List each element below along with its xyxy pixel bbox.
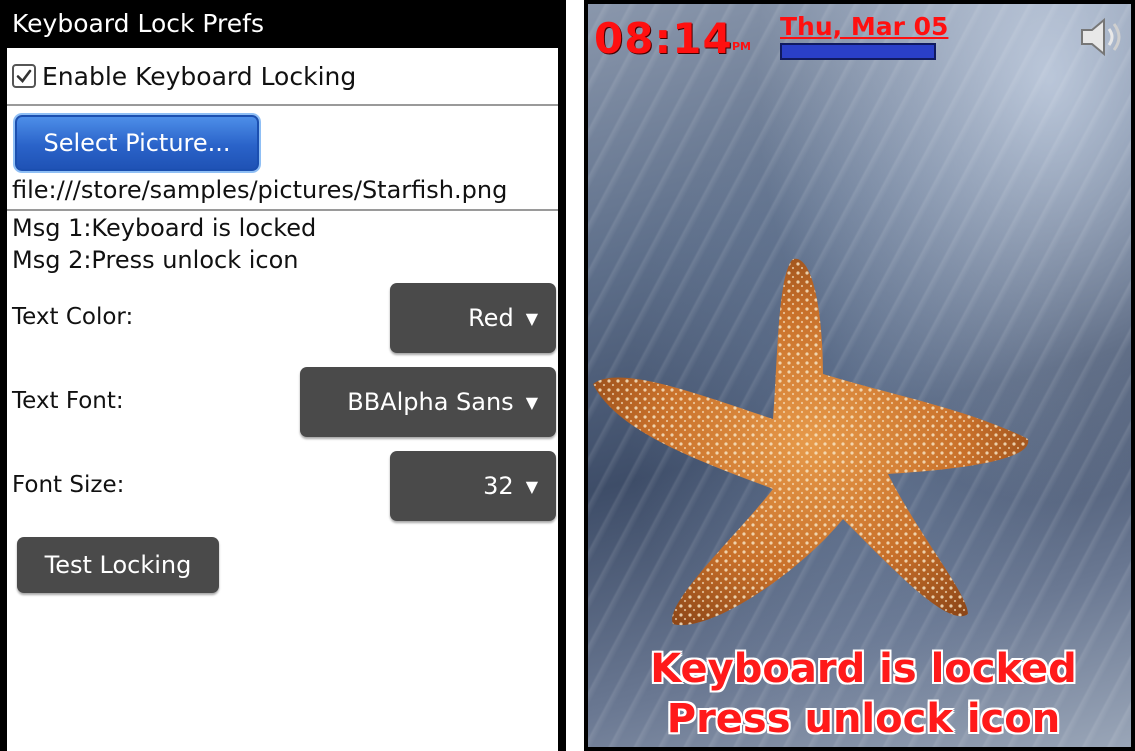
picture-path: file:///store/samples/pictures/Starfish.… [12,176,508,204]
lock-ampm: PM [732,40,752,53]
chevron-down-icon: ▼ [525,308,538,328]
text-font-label: Text Font: [12,388,124,414]
font-size-label: Font Size: [12,472,125,498]
enable-locking-label: Enable Keyboard Locking [42,61,357,91]
divider [7,209,558,211]
enable-locking-row[interactable]: Enable Keyboard Locking [12,60,356,92]
speaker-icon[interactable] [1078,16,1126,58]
starfish-image [593,258,1029,626]
lock-clock: 08:14 [594,14,733,63]
lock-message-1: Keyboard is locked [650,646,1077,692]
text-color-label: Text Color: [12,304,134,330]
chevron-down-icon: ▼ [525,392,538,412]
font-size-dropdown[interactable]: 32 ▼ [390,451,556,521]
lock-message-2: Press unlock icon [666,696,1061,742]
font-size-value: 32 [483,472,514,500]
lockscreen-preview: 08:14 PM Thu, Mar 05 Keyboard is locked … [584,0,1135,751]
select-picture-button[interactable]: Select Picture... [15,115,259,171]
enable-locking-checkbox[interactable] [12,64,36,88]
screen-title: Keyboard Lock Prefs [7,0,558,48]
panel-gap [566,0,584,751]
text-color-dropdown[interactable]: Red ▼ [390,283,556,353]
chevron-down-icon: ▼ [525,476,538,496]
lock-date: Thu, Mar 05 [780,12,949,41]
text-font-dropdown[interactable]: BBAlpha Sans ▼ [300,367,556,437]
battery-bar [780,43,936,60]
message-1-field[interactable]: Msg 1:Keyboard is locked [12,214,316,242]
prefs-screen: Keyboard Lock Prefs Enable Keyboard Lock… [0,0,566,751]
text-color-value: Red [468,304,514,332]
message-2-field[interactable]: Msg 2:Press unlock icon [12,246,298,274]
divider [7,104,558,106]
checkmark-icon [16,69,32,83]
text-font-value: BBAlpha Sans [347,388,514,416]
test-locking-button[interactable]: Test Locking [17,537,219,593]
